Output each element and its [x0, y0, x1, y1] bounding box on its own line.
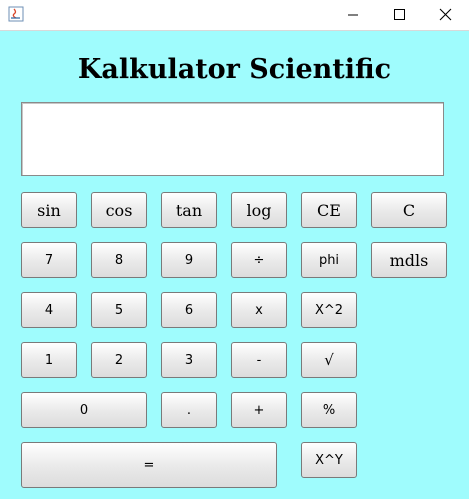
- close-icon: [439, 8, 452, 21]
- digit-0-button[interactable]: 0: [21, 392, 147, 428]
- digit-9-button[interactable]: 9: [161, 242, 217, 278]
- cos-button[interactable]: cos: [91, 192, 147, 228]
- square-button[interactable]: X^2: [301, 292, 357, 328]
- java-app-icon: [8, 6, 24, 22]
- digit-4-button[interactable]: 4: [21, 292, 77, 328]
- divide-button[interactable]: ÷: [231, 242, 287, 278]
- maximize-button[interactable]: [376, 0, 422, 30]
- window-titlebar[interactable]: [0, 0, 469, 31]
- digit-3-button[interactable]: 3: [161, 342, 217, 378]
- power-button[interactable]: X^Y: [301, 442, 357, 478]
- decimal-point-button[interactable]: .: [161, 392, 217, 428]
- plus-button[interactable]: +: [231, 392, 287, 428]
- percent-button[interactable]: %: [301, 392, 357, 428]
- digit-6-button[interactable]: 6: [161, 292, 217, 328]
- phi-button[interactable]: phi: [301, 242, 357, 278]
- digit-1-button[interactable]: 1: [21, 342, 77, 378]
- multiply-button[interactable]: x: [231, 292, 287, 328]
- minimize-button[interactable]: [330, 0, 376, 30]
- digit-5-button[interactable]: 5: [91, 292, 147, 328]
- log-button[interactable]: log: [231, 192, 287, 228]
- clear-button[interactable]: C: [371, 192, 447, 228]
- calculator-display[interactable]: [21, 102, 444, 176]
- app-title: Kalkulator Scientific: [77, 54, 392, 85]
- tan-button[interactable]: tan: [161, 192, 217, 228]
- minimize-icon: [348, 14, 358, 16]
- digit-8-button[interactable]: 8: [91, 242, 147, 278]
- square-root-button[interactable]: √: [301, 342, 357, 378]
- equals-button[interactable]: =: [21, 442, 277, 488]
- digit-7-button[interactable]: 7: [21, 242, 77, 278]
- digit-2-button[interactable]: 2: [91, 342, 147, 378]
- minus-button[interactable]: -: [231, 342, 287, 378]
- maximize-icon: [394, 9, 405, 20]
- sin-button[interactable]: sin: [21, 192, 77, 228]
- close-button[interactable]: [422, 0, 468, 30]
- modulus-button[interactable]: mdls: [371, 242, 447, 278]
- clear-entry-button[interactable]: CE: [301, 192, 357, 228]
